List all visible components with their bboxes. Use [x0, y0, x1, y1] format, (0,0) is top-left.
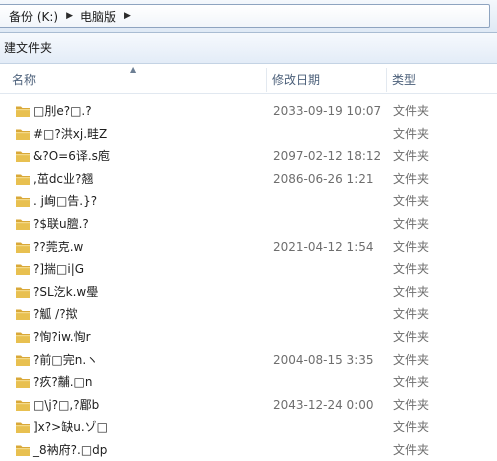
breadcrumb-drive[interactable]: 备份 (K:) — [9, 8, 58, 25]
folder-icon — [15, 149, 31, 163]
file-row[interactable]: #□?洪xj.畦Z 文件夹 — [0, 123, 497, 146]
breadcrumb[interactable]: 备份 (K:) ▶ 电脑版 ▶ — [0, 4, 490, 28]
file-row[interactable]: ?]揣□i|G 文件夹 — [0, 258, 497, 281]
file-row[interactable]: ?疚?黼.□n 文件夹 — [0, 371, 497, 394]
file-type: 文件夹 — [393, 171, 430, 186]
file-date: 2097-02-12 18:12 — [273, 149, 382, 164]
breadcrumb-folder[interactable]: 电脑版 — [80, 8, 116, 25]
file-name: ,茁dc业?翘 — [33, 171, 94, 186]
folder-icon — [15, 375, 31, 389]
folder-icon — [15, 443, 31, 457]
folder-icon — [15, 330, 31, 344]
file-type: 文件夹 — [393, 442, 430, 457]
file-row[interactable]: ?觚 /?揿 文件夹 — [0, 303, 497, 326]
folder-icon — [15, 398, 31, 412]
explorer-window: 备份 (K:) ▶ 电脑版 ▶ 建文件夹 ▲ 名称 修改日期 类型 □刖e?□.… — [0, 0, 497, 461]
file-name: ?$联u膻.? — [33, 216, 89, 231]
folder-icon — [15, 353, 31, 367]
file-name: . j峋□告.}? — [33, 194, 98, 209]
file-type: 文件夹 — [393, 194, 430, 209]
file-row[interactable]: ?恂?iw.恂r 文件夹 — [0, 326, 497, 349]
folder-icon — [15, 194, 31, 208]
command-toolbar: 建文件夹 — [0, 33, 497, 64]
file-name: ??莞克.w — [33, 239, 84, 254]
folder-icon — [15, 262, 31, 276]
file-type: 文件夹 — [393, 352, 430, 367]
file-name: ?SL汔k.w璺 — [33, 284, 99, 299]
file-type: 文件夹 — [393, 307, 430, 322]
file-type: 文件夹 — [393, 397, 430, 412]
file-row[interactable]: . j峋□告.}? 文件夹 — [0, 190, 497, 213]
file-date: 2086-06-26 1:21 — [273, 171, 374, 186]
file-type: 文件夹 — [393, 126, 430, 141]
file-row[interactable]: ,茁dc业?翘 2086-06-26 1:21 文件夹 — [0, 168, 497, 191]
folder-icon — [15, 104, 31, 118]
file-type: 文件夹 — [393, 375, 430, 390]
file-list: □刖e?□.? 2033-09-19 10:07 文件夹 #□?洪xj.畦Z 文件夹 &?… — [0, 100, 497, 461]
file-date: 2004-08-15 3:35 — [273, 352, 374, 367]
file-type: 文件夹 — [393, 239, 430, 254]
file-row[interactable]: &?O=6译.s庖 2097-02-12 18:12 文件夹 — [0, 145, 497, 168]
file-date: 2043-12-24 0:00 — [273, 397, 374, 412]
file-type: 文件夹 — [393, 216, 430, 231]
file-name: □\j?□,?郿b — [33, 397, 100, 412]
file-type: 文件夹 — [393, 149, 430, 164]
file-name: ?觚 /?揿 — [33, 307, 78, 322]
file-row[interactable]: ??莞克.w 2021-04-12 1:54 文件夹 — [0, 236, 497, 259]
chevron-right-icon[interactable]: ▶ — [66, 11, 73, 21]
column-divider[interactable] — [386, 68, 387, 92]
file-type: 文件夹 — [393, 262, 430, 277]
column-name-header[interactable]: 名称 — [12, 64, 262, 94]
file-name: #□?洪xj.畦Z — [33, 126, 108, 141]
file-type: 文件夹 — [393, 420, 430, 435]
file-name: _8衲府?.□dp — [33, 442, 108, 457]
file-date: 2021-04-12 1:54 — [273, 239, 374, 254]
folder-icon — [15, 172, 31, 186]
file-name: ?前□完n.ヽ — [33, 352, 99, 367]
file-name: &?O=6译.s庖 — [33, 149, 110, 164]
file-row[interactable]: ?前□完n.ヽ 2004-08-15 3:35 文件夹 — [0, 349, 497, 372]
file-row[interactable]: ?SL汔k.w璺 文件夹 — [0, 281, 497, 304]
file-name: □刖e?□.? — [33, 104, 92, 118]
file-name: ]x?>缺u.ゾ□ — [33, 420, 108, 435]
folder-icon — [15, 127, 31, 141]
file-row[interactable]: _8衲府?.□dp 文件夹 — [0, 439, 497, 461]
file-row[interactable]: ]x?>缺u.ゾ□ 文件夹 — [0, 416, 497, 439]
folder-icon — [15, 420, 31, 434]
file-row[interactable]: ?$联u膻.? 文件夹 — [0, 213, 497, 236]
file-row[interactable]: □刖e?□.? 2033-09-19 10:07 文件夹 — [0, 100, 497, 123]
column-header: ▲ 名称 修改日期 类型 — [0, 64, 497, 94]
column-type-header[interactable]: 类型 — [392, 64, 492, 94]
folder-icon — [15, 307, 31, 321]
file-row[interactable]: □\j?□,?郿b 2043-12-24 0:00 文件夹 — [0, 394, 497, 417]
file-name: ?恂?iw.恂r — [33, 329, 91, 344]
address-bar: 备份 (K:) ▶ 电脑版 ▶ — [0, 0, 497, 33]
file-type: 文件夹 — [393, 104, 430, 118]
file-type: 文件夹 — [393, 329, 430, 344]
column-date-header[interactable]: 修改日期 — [272, 64, 382, 94]
column-divider[interactable] — [266, 68, 267, 92]
file-name: ?]揣□i|G — [33, 262, 85, 277]
chevron-right-icon[interactable]: ▶ — [124, 11, 131, 21]
folder-icon — [15, 285, 31, 299]
new-folder-button[interactable]: 建文件夹 — [0, 33, 56, 63]
folder-icon — [15, 217, 31, 231]
file-type: 文件夹 — [393, 284, 430, 299]
folder-icon — [15, 240, 31, 254]
file-date: 2033-09-19 10:07 — [273, 104, 382, 118]
file-name: ?疚?黼.□n — [33, 375, 93, 390]
